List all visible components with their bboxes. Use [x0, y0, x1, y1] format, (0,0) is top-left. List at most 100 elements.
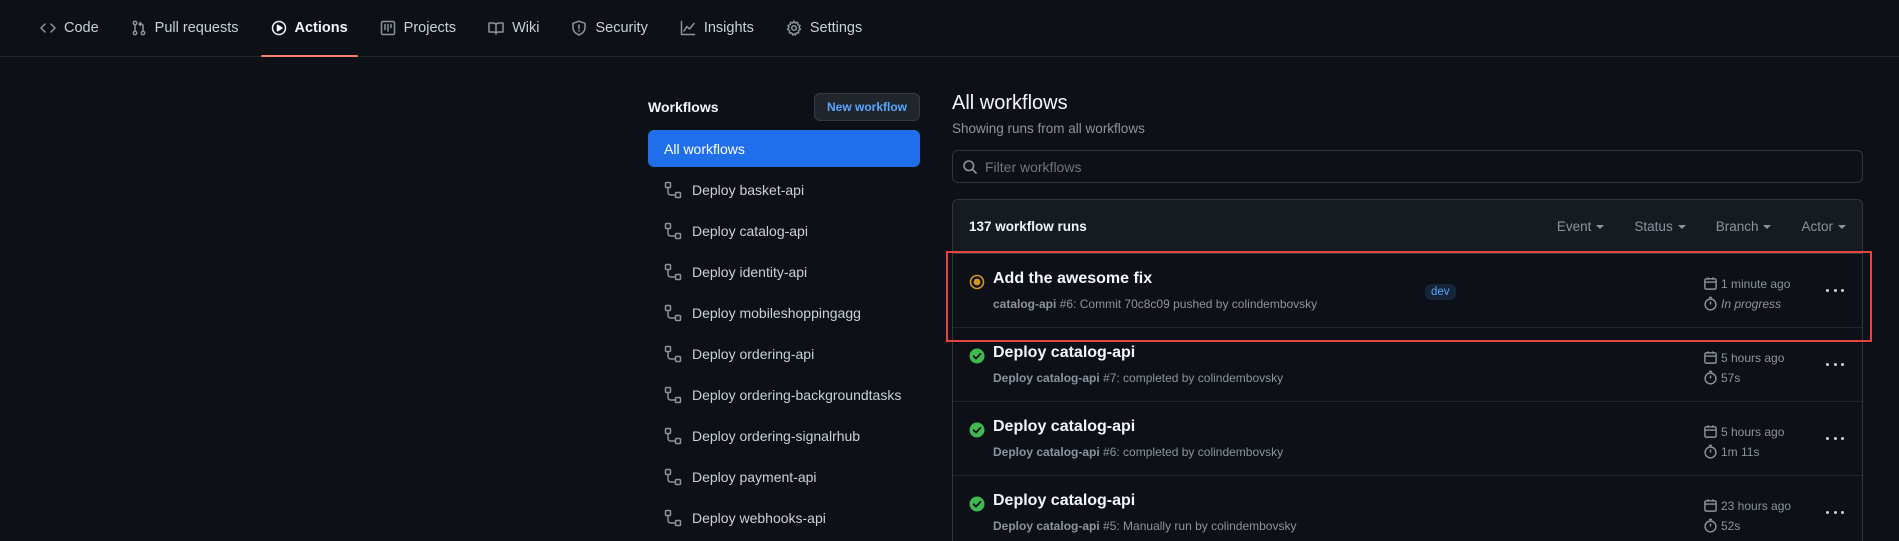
run-detail: : Commit 70c8c09 pushed by colindembovsk…: [1073, 297, 1318, 311]
runs-count: 137 workflow runs: [969, 219, 1087, 234]
graph-icon: [680, 20, 696, 36]
status-filter-dropdown[interactable]: Status: [1634, 219, 1686, 234]
run-title[interactable]: Deploy catalog-api: [993, 344, 1135, 362]
sidebar-item-deploy-ordering-backgroundtasks[interactable]: Deploy ordering-backgroundtasks: [648, 376, 920, 413]
branch-filter-dropdown[interactable]: Branch: [1716, 219, 1772, 234]
workflow-icon: [664, 304, 682, 321]
tab-projects[interactable]: Projects: [370, 0, 466, 56]
sidebar-header: Workflows New workflow: [648, 92, 920, 122]
sidebar-item-deploy-ordering-api[interactable]: Deploy ordering-api: [648, 335, 920, 372]
workflow-icon: [664, 345, 682, 362]
filter-workflows-input[interactable]: [985, 151, 1845, 182]
calendar-icon: [1704, 277, 1717, 290]
event-filter-dropdown[interactable]: Event: [1557, 219, 1605, 234]
stopwatch-icon: [1704, 296, 1717, 311]
run-number: #6: [1059, 297, 1074, 311]
run-title[interactable]: Deploy catalog-api: [993, 492, 1135, 510]
tab-label: Actions: [294, 20, 348, 36]
check-circle-icon: [969, 348, 985, 364]
run-time: 23 hours ago: [1703, 498, 1791, 513]
run-row[interactable]: Deploy catalog-api Deploy catalog-api #6…: [953, 402, 1862, 476]
run-duration: 57s: [1703, 370, 1740, 385]
tab-label: Security: [595, 20, 648, 36]
tab-label: Projects: [403, 20, 457, 36]
sidebar-item-label: Deploy payment-api: [692, 468, 817, 485]
run-number: #7: [1103, 371, 1117, 385]
sidebar-item-deploy-identity-api[interactable]: Deploy identity-api: [648, 253, 920, 290]
kebab-menu-icon[interactable]: [1823, 502, 1847, 522]
sidebar-title: Workflows: [648, 99, 719, 115]
play-icon: [271, 20, 286, 36]
run-title[interactable]: Add the awesome fix: [993, 270, 1152, 288]
stopwatch-icon: [1704, 370, 1717, 385]
sidebar-item-label: Deploy basket-api: [692, 181, 805, 198]
sidebar-item-label: Deploy webhooks-api: [692, 509, 826, 526]
run-number: #6: [1103, 445, 1117, 459]
caret-down-icon: [1838, 225, 1846, 230]
tab-label: Code: [64, 20, 99, 36]
run-meta: Deploy catalog-api #6: completed by coli…: [993, 445, 1283, 459]
run-number: #5: [1103, 519, 1117, 533]
gear-icon: [786, 20, 802, 36]
run-time-label: 5 hours ago: [1721, 424, 1785, 439]
run-row[interactable]: Deploy catalog-api Deploy catalog-api #7…: [953, 328, 1862, 402]
sidebar-item-label: Deploy ordering-signalrhub: [692, 427, 861, 444]
tab-actions[interactable]: Actions: [260, 0, 358, 57]
run-filters: Event Status Branch Actor: [1557, 219, 1846, 234]
tab-insights[interactable]: Insights: [670, 0, 764, 56]
branch-badge[interactable]: dev: [1425, 284, 1456, 300]
filter-box: [952, 150, 1863, 183]
new-workflow-button[interactable]: New workflow: [813, 93, 920, 121]
tab-label: Pull requests: [154, 20, 239, 36]
actor-filter-dropdown[interactable]: Actor: [1801, 219, 1846, 234]
page-title: All workflows: [952, 92, 1068, 114]
tab-code[interactable]: Code: [30, 0, 109, 56]
kebab-menu-icon[interactable]: [1823, 428, 1847, 448]
run-time-label: 1 minute ago: [1721, 276, 1791, 291]
workflow-runs-main: All workflows Showing runs from all work…: [952, 92, 1863, 541]
check-circle-icon: [969, 422, 985, 438]
run-detail: : completed by colindembovsky: [1116, 445, 1284, 459]
run-duration-label: 52s: [1721, 518, 1741, 533]
tab-settings[interactable]: Settings: [776, 0, 872, 56]
search-icon: [963, 160, 978, 175]
run-row[interactable]: Deploy catalog-api Deploy catalog-api #5…: [953, 476, 1862, 541]
filter-label: Actor: [1801, 219, 1833, 234]
run-duration: 52s: [1703, 518, 1740, 533]
workflow-icon: [664, 509, 682, 526]
workflow-icon: [664, 468, 682, 485]
run-row[interactable]: Add the awesome fix catalog-api #6: Comm…: [953, 254, 1862, 328]
tab-security[interactable]: Security: [561, 0, 657, 56]
filter-label: Branch: [1715, 219, 1759, 234]
sidebar-item-all-workflows[interactable]: All workflows: [648, 130, 920, 167]
sidebar-item-label: Deploy identity-api: [692, 263, 808, 280]
run-time: 1 minute ago: [1703, 276, 1790, 291]
kebab-menu-icon[interactable]: [1823, 280, 1847, 300]
sidebar-item-deploy-webhooks-api[interactable]: Deploy webhooks-api: [648, 499, 920, 536]
sidebar-item-deploy-mobileshoppingagg[interactable]: Deploy mobileshoppingagg: [648, 294, 920, 331]
sidebar-item-deploy-basket-api[interactable]: Deploy basket-api: [648, 171, 920, 208]
workflows-sidebar: Workflows New workflow All workflows Dep…: [648, 92, 920, 540]
sidebar-item-deploy-payment-api[interactable]: Deploy payment-api: [648, 458, 920, 495]
kebab-menu-icon[interactable]: [1823, 354, 1847, 374]
page-subtitle: Showing runs from all workflows: [952, 121, 1145, 136]
workflow-icon: [664, 263, 682, 280]
run-title[interactable]: Deploy catalog-api: [993, 418, 1135, 436]
calendar-icon: [1704, 351, 1717, 364]
run-duration-label: 1m 11s: [1721, 444, 1760, 459]
run-meta: Deploy catalog-api #7: completed by coli…: [993, 371, 1283, 385]
sidebar-item-label: Deploy catalog-api: [692, 222, 808, 239]
sidebar-item-label: Deploy mobileshoppingagg: [692, 304, 861, 321]
project-icon: [380, 20, 395, 36]
tab-pull-requests[interactable]: Pull requests: [121, 0, 249, 56]
stopwatch-icon: [1704, 518, 1717, 533]
run-workflow: Deploy catalog-api: [993, 445, 1100, 459]
stopwatch-icon: [1704, 444, 1717, 459]
runs-header: 137 workflow runs Event Status Branch Ac…: [953, 200, 1862, 254]
sidebar-item-deploy-catalog-api[interactable]: Deploy catalog-api: [648, 212, 920, 249]
workflow-icon: [664, 386, 682, 403]
tab-wiki[interactable]: Wiki: [478, 0, 549, 56]
workflow-icon: [664, 222, 682, 239]
caret-down-icon: [1677, 225, 1686, 230]
sidebar-item-deploy-ordering-signalrhub[interactable]: Deploy ordering-signalrhub: [648, 417, 920, 454]
